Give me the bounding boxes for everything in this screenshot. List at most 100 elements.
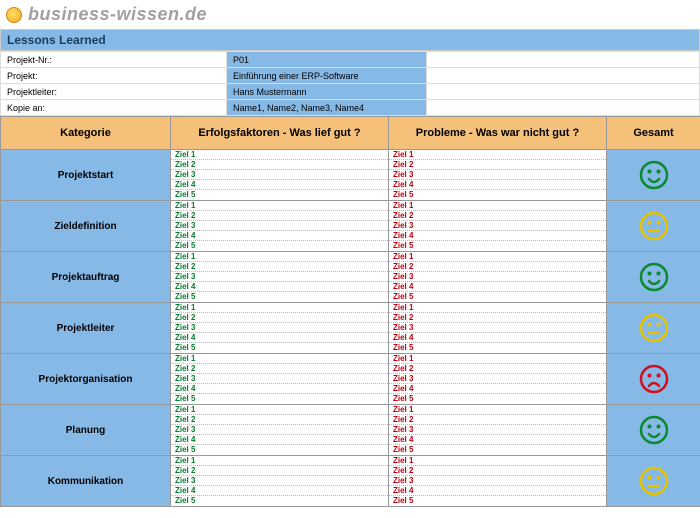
smiley-happy-icon <box>607 252 700 303</box>
category-cell: Projektauftrag <box>1 252 171 303</box>
success-goal: Ziel 1 <box>171 456 388 466</box>
problems-cell: Ziel 1Ziel 2Ziel 3Ziel 4Ziel 5 <box>389 354 607 405</box>
success-goal: Ziel 2 <box>171 313 388 323</box>
col-header-success: Erfolgsfaktoren - Was lief gut ? <box>171 117 389 150</box>
success-goal: Ziel 2 <box>171 415 388 425</box>
problem-goal: Ziel 5 <box>389 394 606 404</box>
problems-cell: Ziel 1Ziel 2Ziel 3Ziel 4Ziel 5 <box>389 456 607 507</box>
problem-goal: Ziel 5 <box>389 292 606 302</box>
table-row: PlanungZiel 1Ziel 2Ziel 3Ziel 4Ziel 5Zie… <box>1 405 700 456</box>
smiley-sad-icon <box>607 354 700 405</box>
problem-goal: Ziel 4 <box>389 333 606 343</box>
smiley-happy-icon <box>607 405 700 456</box>
problem-goal: Ziel 4 <box>389 231 606 241</box>
success-goal: Ziel 1 <box>171 405 388 415</box>
col-header-category: Kategorie <box>1 117 171 150</box>
success-goal: Ziel 2 <box>171 364 388 374</box>
category-cell: Projektleiter <box>1 303 171 354</box>
success-goal: Ziel 5 <box>171 445 388 455</box>
success-cell: Ziel 1Ziel 2Ziel 3Ziel 4Ziel 5 <box>171 456 389 507</box>
lessons-table: Kategorie Erfolgsfaktoren - Was lief gut… <box>0 116 700 507</box>
success-cell: Ziel 1Ziel 2Ziel 3Ziel 4Ziel 5 <box>171 252 389 303</box>
brand-text: business-wissen.de <box>28 4 207 25</box>
problems-cell: Ziel 1Ziel 2Ziel 3Ziel 4Ziel 5 <box>389 201 607 252</box>
table-row: ProjektauftragZiel 1Ziel 2Ziel 3Ziel 4Zi… <box>1 252 700 303</box>
success-goal: Ziel 5 <box>171 394 388 404</box>
success-goal: Ziel 5 <box>171 190 388 200</box>
meta-value-leader: Hans Mustermann <box>227 84 427 100</box>
meta-label-leader: Projektleiter: <box>1 84 227 100</box>
table-row: ProjektorganisationZiel 1Ziel 2Ziel 3Zie… <box>1 354 700 405</box>
problem-goal: Ziel 3 <box>389 374 606 384</box>
success-goal: Ziel 1 <box>171 354 388 364</box>
problem-goal: Ziel 2 <box>389 160 606 170</box>
col-header-total: Gesamt <box>607 117 700 150</box>
success-cell: Ziel 1Ziel 2Ziel 3Ziel 4Ziel 5 <box>171 405 389 456</box>
success-goal: Ziel 4 <box>171 384 388 394</box>
page-title: Lessons Learned <box>0 29 700 51</box>
meta-value-project: Einführung einer ERP-Software <box>227 68 427 84</box>
category-cell: Projektstart <box>1 150 171 201</box>
success-cell: Ziel 1Ziel 2Ziel 3Ziel 4Ziel 5 <box>171 303 389 354</box>
success-goal: Ziel 1 <box>171 252 388 262</box>
success-goal: Ziel 3 <box>171 476 388 486</box>
success-goal: Ziel 5 <box>171 343 388 353</box>
problem-goal: Ziel 2 <box>389 415 606 425</box>
logo-icon <box>6 7 22 23</box>
problem-goal: Ziel 4 <box>389 180 606 190</box>
problem-goal: Ziel 5 <box>389 496 606 506</box>
success-goal: Ziel 5 <box>171 496 388 506</box>
success-goal: Ziel 4 <box>171 486 388 496</box>
problem-goal: Ziel 5 <box>389 241 606 251</box>
success-goal: Ziel 5 <box>171 292 388 302</box>
problem-goal: Ziel 1 <box>389 201 606 211</box>
success-goal: Ziel 2 <box>171 211 388 221</box>
col-header-problems: Probleme - Was war nicht gut ? <box>389 117 607 150</box>
problem-goal: Ziel 4 <box>389 282 606 292</box>
table-row: ProjektstartZiel 1Ziel 2Ziel 3Ziel 4Ziel… <box>1 150 700 201</box>
brand-header: business-wissen.de <box>0 0 700 29</box>
problem-goal: Ziel 4 <box>389 435 606 445</box>
success-cell: Ziel 1Ziel 2Ziel 3Ziel 4Ziel 5 <box>171 150 389 201</box>
success-goal: Ziel 4 <box>171 333 388 343</box>
problem-goal: Ziel 2 <box>389 313 606 323</box>
success-goal: Ziel 1 <box>171 150 388 160</box>
success-goal: Ziel 3 <box>171 323 388 333</box>
smiley-neutral-icon <box>607 456 700 507</box>
meta-value-copy: Name1, Name2, Name3, Name4 <box>227 100 427 116</box>
problems-cell: Ziel 1Ziel 2Ziel 3Ziel 4Ziel 5 <box>389 252 607 303</box>
problem-goal: Ziel 5 <box>389 445 606 455</box>
success-goal: Ziel 3 <box>171 374 388 384</box>
success-goal: Ziel 2 <box>171 466 388 476</box>
table-row: ZieldefinitionZiel 1Ziel 2Ziel 3Ziel 4Zi… <box>1 201 700 252</box>
smiley-happy-icon <box>607 150 700 201</box>
problems-cell: Ziel 1Ziel 2Ziel 3Ziel 4Ziel 5 <box>389 150 607 201</box>
problem-goal: Ziel 3 <box>389 272 606 282</box>
smiley-neutral-icon <box>607 303 700 354</box>
problem-goal: Ziel 1 <box>389 456 606 466</box>
success-goal: Ziel 5 <box>171 241 388 251</box>
success-cell: Ziel 1Ziel 2Ziel 3Ziel 4Ziel 5 <box>171 354 389 405</box>
success-goal: Ziel 4 <box>171 282 388 292</box>
success-goal: Ziel 3 <box>171 170 388 180</box>
problem-goal: Ziel 1 <box>389 252 606 262</box>
problem-goal: Ziel 4 <box>389 486 606 496</box>
problem-goal: Ziel 3 <box>389 323 606 333</box>
problem-goal: Ziel 1 <box>389 405 606 415</box>
problem-goal: Ziel 1 <box>389 354 606 364</box>
meta-label-project-nr: Projekt-Nr.: <box>1 52 227 68</box>
problem-goal: Ziel 4 <box>389 384 606 394</box>
success-goal: Ziel 4 <box>171 435 388 445</box>
meta-value-project-nr: P01 <box>227 52 427 68</box>
success-goal: Ziel 2 <box>171 262 388 272</box>
smiley-neutral-icon <box>607 201 700 252</box>
meta-table: Projekt-Nr.:P01 Projekt:Einführung einer… <box>0 51 700 116</box>
meta-label-copy: Kopie an: <box>1 100 227 116</box>
problem-goal: Ziel 1 <box>389 150 606 160</box>
problem-goal: Ziel 1 <box>389 303 606 313</box>
problem-goal: Ziel 3 <box>389 476 606 486</box>
table-row: KommunikationZiel 1Ziel 2Ziel 3Ziel 4Zie… <box>1 456 700 507</box>
problem-goal: Ziel 3 <box>389 425 606 435</box>
problems-cell: Ziel 1Ziel 2Ziel 3Ziel 4Ziel 5 <box>389 405 607 456</box>
category-cell: Kommunikation <box>1 456 171 507</box>
